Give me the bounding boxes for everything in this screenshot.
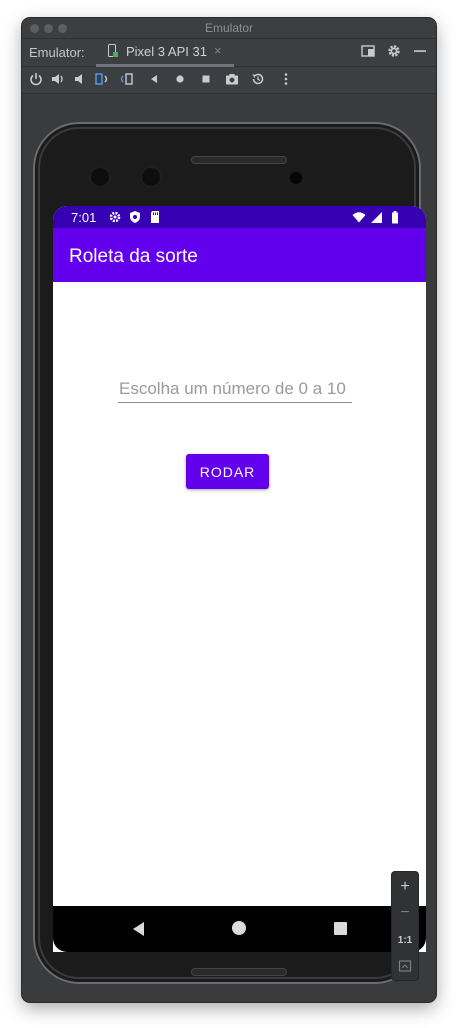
snapshot-icon[interactable] xyxy=(250,71,266,87)
power-icon[interactable] xyxy=(28,71,44,87)
overview-icon[interactable] xyxy=(198,71,214,87)
battery-icon xyxy=(388,210,402,224)
emulator-toolbar xyxy=(22,67,436,94)
wifi-icon xyxy=(352,210,366,224)
sd-card-icon xyxy=(148,210,162,224)
emulator-display-area: 7:01 Roleta da sorte Escolha um número d… xyxy=(22,94,436,1002)
front-camera-secondary xyxy=(142,168,160,186)
zoom-out-button[interactable]: − xyxy=(392,900,418,926)
volume-down-icon[interactable] xyxy=(72,71,88,87)
front-camera xyxy=(91,168,109,186)
settings-icon xyxy=(108,210,122,224)
status-time: 7:01 xyxy=(71,210,97,225)
number-input-container xyxy=(118,378,352,403)
zoom-actual-size-button[interactable]: 1:1 xyxy=(392,927,418,953)
device-icon xyxy=(108,44,118,57)
shield-icon xyxy=(128,210,142,224)
tab-pixel-3[interactable]: Pixel 3 API 31 × xyxy=(96,39,234,67)
signal-icon xyxy=(370,210,384,224)
earpiece-speaker xyxy=(191,156,287,164)
home-icon[interactable] xyxy=(172,71,188,87)
emulator-label: Emulator: xyxy=(29,45,85,60)
title-bar: Emulator xyxy=(22,18,436,39)
emulator-window: Emulator Emulator: Pixel 3 API 31 × 7:01… xyxy=(22,18,436,1002)
number-input[interactable] xyxy=(118,378,352,402)
device-screen[interactable]: 7:01 Roleta da sorte Escolha um número d… xyxy=(53,206,426,952)
rotate-right-icon[interactable] xyxy=(118,71,134,87)
zoom-in-button[interactable]: + xyxy=(392,874,418,900)
bottom-speaker xyxy=(191,968,287,976)
zoom-fit-icon[interactable] xyxy=(392,953,418,979)
app-title: Roleta da sorte xyxy=(69,246,198,267)
back-icon[interactable] xyxy=(146,71,162,87)
window-title: Emulator xyxy=(204,21,254,35)
proximity-sensor xyxy=(290,172,302,184)
more-icon[interactable] xyxy=(278,71,294,87)
camera-icon[interactable] xyxy=(224,71,240,87)
nav-home-icon[interactable] xyxy=(232,921,246,935)
volume-up-icon[interactable] xyxy=(50,71,66,87)
nav-recents-icon[interactable] xyxy=(334,922,347,935)
status-bar: 7:01 xyxy=(53,206,426,228)
navigation-bar xyxy=(53,906,426,952)
minimize-panel-icon[interactable] xyxy=(412,43,428,59)
tab-label: Pixel 3 API 31 xyxy=(126,44,207,59)
spin-button[interactable]: RODAR xyxy=(186,454,269,489)
rotate-left-icon[interactable] xyxy=(94,71,110,87)
tab-bar: Emulator: Pixel 3 API 31 × xyxy=(22,39,436,67)
nav-back-icon[interactable] xyxy=(131,921,147,937)
window-layout-icon[interactable] xyxy=(360,43,376,59)
zoom-side-panel: + − 1:1 xyxy=(392,872,418,980)
app-bar: Roleta da sorte xyxy=(53,228,426,282)
tab-close-icon[interactable]: × xyxy=(214,43,222,58)
phone-frame: 7:01 Roleta da sorte Escolha um número d… xyxy=(33,122,426,984)
gear-icon[interactable] xyxy=(386,43,402,59)
